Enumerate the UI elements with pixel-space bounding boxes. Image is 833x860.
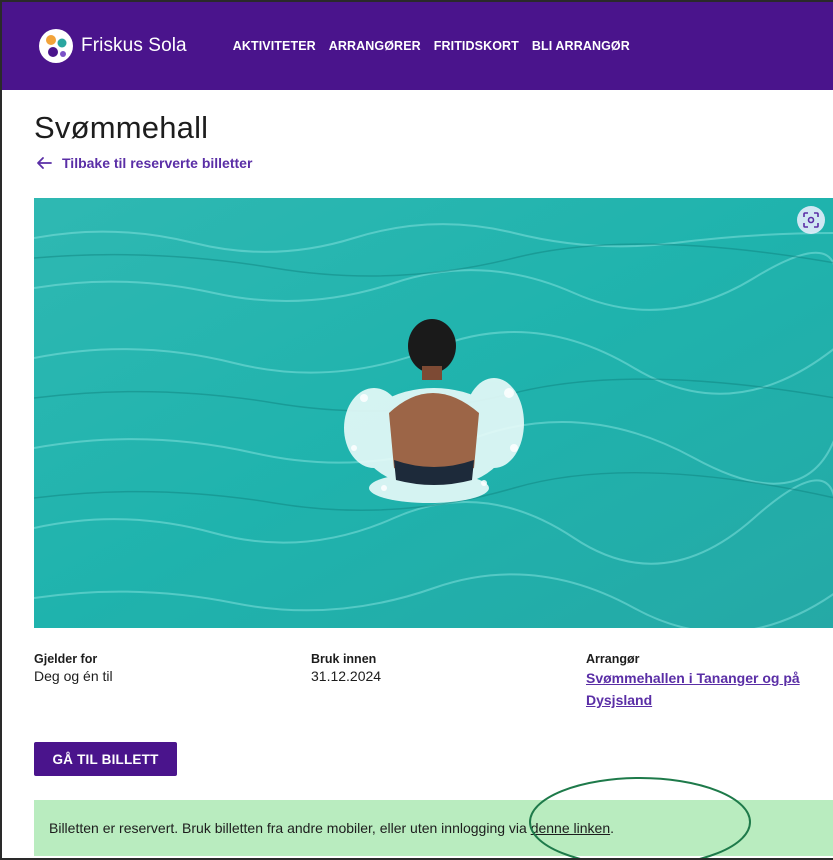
nav-bli-arrangor[interactable]: BLI ARRANGØR xyxy=(532,39,630,53)
page-title: Svømmehall xyxy=(34,110,209,145)
swimming-pool-illustration xyxy=(34,198,833,628)
nav-fritidskort[interactable]: FRITIDSKORT xyxy=(434,39,519,53)
info-applies: Gjelder for Deg og én til xyxy=(34,652,113,685)
top-navigation: Friskus Sola AKTIVITETER ARRANGØRER FRIT… xyxy=(2,2,833,90)
applies-value: Deg og én til xyxy=(34,668,113,684)
go-to-ticket-button[interactable]: GÅ TIL BILLETT xyxy=(34,742,177,776)
info-use-before: Bruk innen 31.12.2024 xyxy=(311,652,381,685)
ticket-link[interactable]: denne linken xyxy=(531,820,610,836)
activity-image xyxy=(34,198,833,628)
main-nav: AKTIVITETER ARRANGØRER FRITIDSKORT BLI A… xyxy=(233,39,643,53)
friskus-logo-icon xyxy=(39,29,73,63)
brand[interactable]: Friskus Sola xyxy=(38,28,187,64)
organizer-label: Arrangør xyxy=(586,652,640,666)
back-link-label: Tilbake til reserverte billetter xyxy=(62,155,253,171)
arrow-left-icon xyxy=(37,157,52,169)
back-link[interactable]: Tilbake til reserverte billetter xyxy=(36,155,252,171)
info-organizer: Arrangør Svømmehallen i Tananger og på D… xyxy=(586,652,826,711)
brand-name: Friskus Sola xyxy=(81,35,187,56)
alert-text: Billetten er reservert. Bruk billetten f… xyxy=(49,820,614,836)
focus-icon xyxy=(803,212,819,228)
use-before-label: Bruk innen xyxy=(311,652,377,666)
nav-aktiviteter[interactable]: AKTIVITETER xyxy=(233,39,316,53)
app-frame: Friskus Sola AKTIVITETER ARRANGØRER FRIT… xyxy=(0,0,833,860)
nav-arrangorer[interactable]: ARRANGØRER xyxy=(329,39,421,53)
reservation-alert: Billetten er reservert. Bruk billetten f… xyxy=(34,800,833,856)
focus-button[interactable] xyxy=(797,206,825,234)
applies-label: Gjelder for xyxy=(34,652,98,666)
use-before-value: 31.12.2024 xyxy=(311,668,382,684)
organizer-link[interactable]: Svømmehallen i Tananger og på Dysjsland xyxy=(586,667,826,711)
